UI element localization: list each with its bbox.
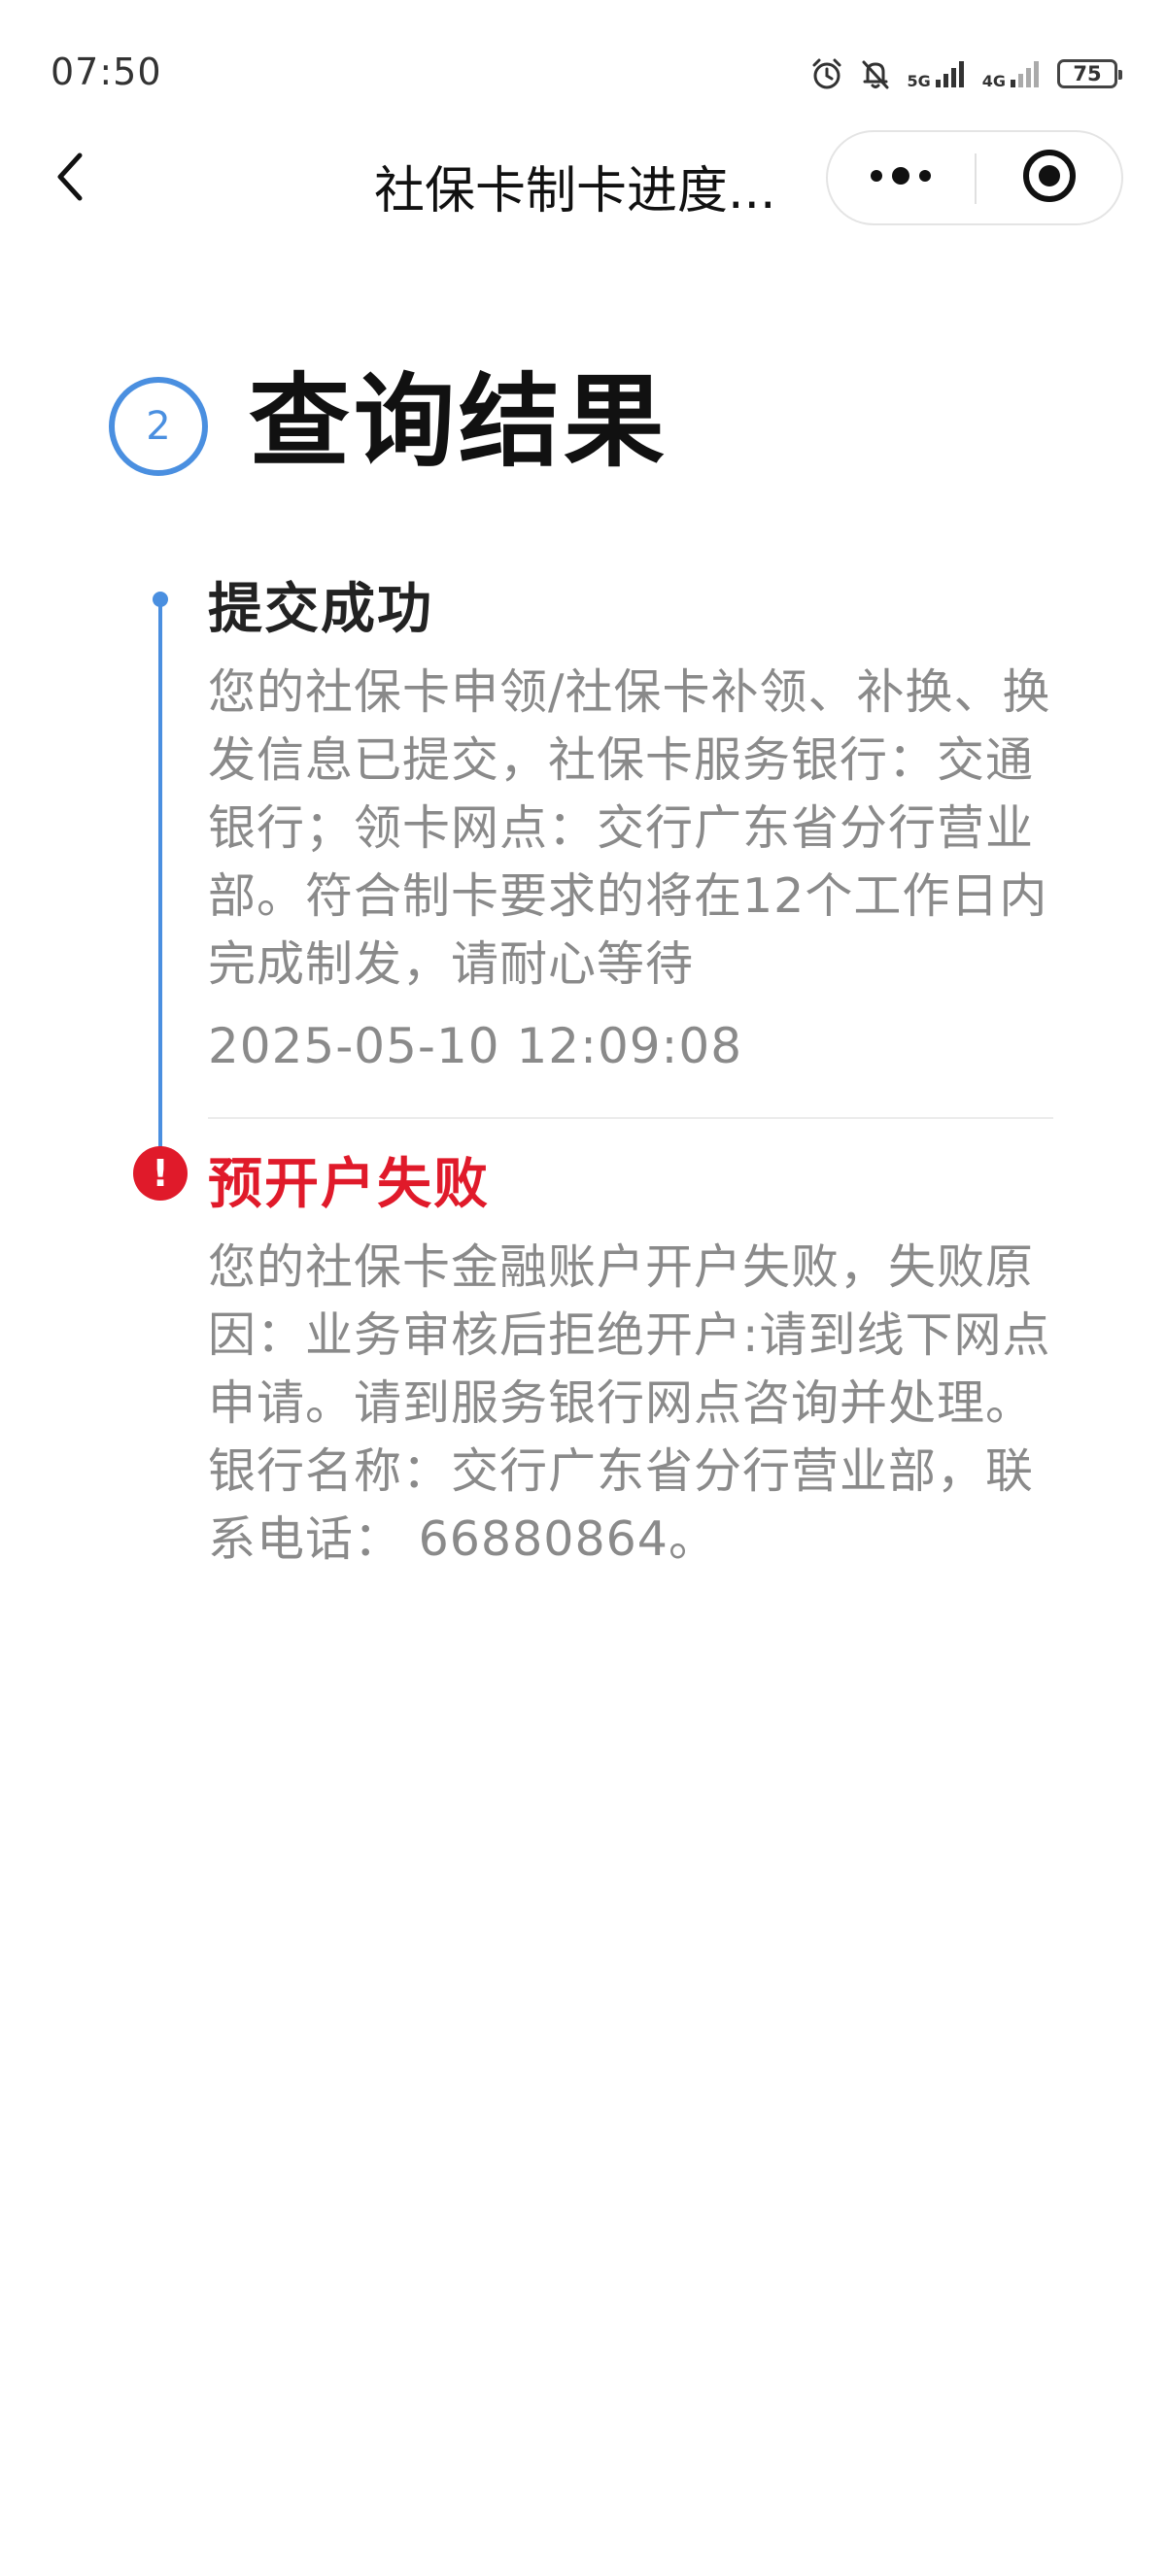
network-label-1: 5G: [907, 72, 931, 90]
event-description: 您的社保卡金融账户开户失败，失败原因：业务审核后拒绝开户:请到线下网点申请。请到…: [208, 1239, 1051, 1567]
status-bar: 07:50 5G 4G 75: [0, 0, 1166, 146]
signal-4g-icon: 4G: [982, 58, 1044, 89]
back-button[interactable]: [39, 148, 101, 210]
timeline-event-submitted: 提交成功 您的社保卡申领/社保卡补领、补换、换发信息已提交，社保卡服务银行：交通…: [208, 571, 1053, 1080]
battery-level: 75: [1073, 62, 1102, 85]
signal-5g-icon: 5G: [907, 58, 968, 89]
mini-program-capsule: [826, 130, 1123, 225]
target-circle-icon: [1020, 147, 1079, 209]
status-icons: 5G 4G 75: [809, 51, 1122, 97]
event-title: 预开户失败: [208, 1153, 490, 1216]
step-number: 2: [146, 404, 171, 449]
error-alert-icon: !: [133, 1146, 188, 1201]
event-title: 提交成功: [208, 578, 433, 641]
more-button[interactable]: [828, 132, 974, 223]
network-label-2: 4G: [981, 72, 1006, 90]
nav-bar: 社保卡制卡进度...: [0, 126, 1166, 233]
timeline-dot: [153, 592, 168, 607]
alarm-icon: [809, 56, 844, 91]
timeline-event-account-failed: 预开户失败 您的社保卡金融账户开户失败，失败原因：业务审核后拒绝开户:请到线下网…: [208, 1146, 1053, 1574]
event-description: 您的社保卡申领/社保卡补领、补换、换发信息已提交，社保卡服务银行：交通银行；领卡…: [208, 664, 1051, 992]
battery-icon: 75: [1057, 59, 1122, 88]
close-mini-program-button[interactable]: [977, 132, 1122, 223]
timeline-line: [158, 598, 162, 1156]
mute-bell-icon: [858, 56, 893, 91]
chevron-left-icon: [51, 148, 89, 210]
more-dots-icon: [867, 161, 935, 194]
event-timestamp: 2025-05-10 12:09:08: [208, 1018, 743, 1074]
page-title: 社保卡制卡进度...: [374, 162, 776, 220]
status-time: 07:50: [51, 51, 162, 93]
section-title: 查询结果: [249, 362, 669, 481]
step-number-badge: 2: [109, 377, 208, 476]
error-symbol: !: [152, 1152, 169, 1195]
event-divider: [208, 1117, 1053, 1119]
